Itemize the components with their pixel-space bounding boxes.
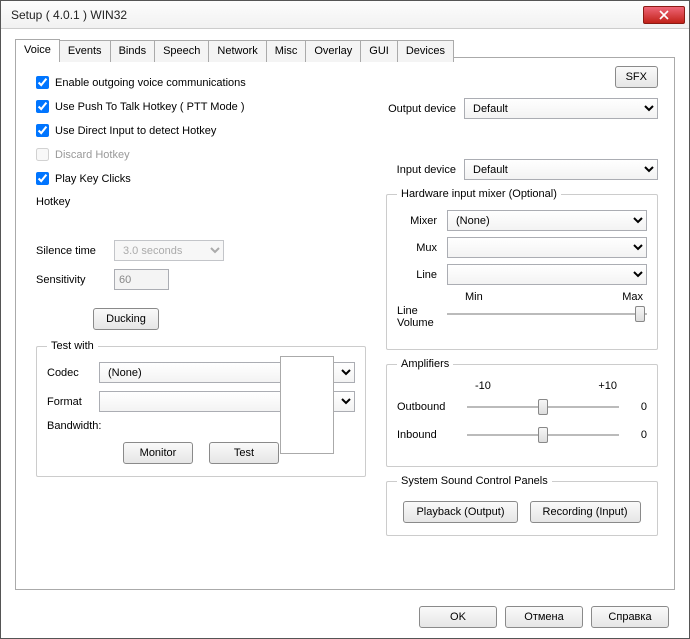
sensitivity-row: Sensitivity (36, 269, 366, 290)
input-device-row: Input device Default (386, 159, 658, 180)
silence-select: 3.0 seconds (114, 240, 224, 261)
tab-events[interactable]: Events (59, 40, 111, 62)
play-clicks-checkbox[interactable] (36, 172, 49, 185)
ptt-checkbox[interactable] (36, 100, 49, 113)
format-label: Format (47, 396, 99, 408)
play-clicks-row[interactable]: Play Key Clicks (36, 172, 366, 185)
window-title: Setup ( 4.0.1 ) WIN32 (11, 8, 643, 22)
hotkey-label: Hotkey (36, 196, 366, 208)
tab-speech[interactable]: Speech (154, 40, 209, 62)
inbound-value: 0 (619, 429, 647, 441)
codec-label: Codec (47, 367, 99, 379)
tab-overlay[interactable]: Overlay (305, 40, 361, 62)
mux-label: Mux (397, 242, 447, 254)
direct-input-label: Use Direct Input to detect Hotkey (55, 125, 216, 137)
close-button[interactable] (643, 6, 685, 24)
setup-dialog: Setup ( 4.0.1 ) WIN32 Voice Events Binds… (0, 0, 690, 639)
titlebar: Setup ( 4.0.1 ) WIN32 (1, 1, 689, 29)
discard-hotkey-label: Discard Hotkey (55, 149, 130, 161)
test-with-legend: Test with (47, 340, 98, 352)
sound-panels-legend: System Sound Control Panels (397, 475, 552, 487)
line-volume-label: Line Volume (397, 305, 447, 329)
hardware-mixer-fieldset: Hardware input mixer (Optional) Mixer (N… (386, 188, 658, 350)
hardware-mixer-legend: Hardware input mixer (Optional) (397, 188, 561, 200)
tab-panel: Enable outgoing voice communications Use… (15, 57, 675, 590)
output-device-label: Output device (386, 103, 464, 115)
output-device-select[interactable]: Default (464, 98, 658, 119)
tab-devices[interactable]: Devices (397, 40, 454, 62)
amplifiers-fieldset: Amplifiers -10 +10 Outbound 0 Inbound (386, 358, 658, 467)
inbound-slider[interactable] (467, 426, 619, 444)
direct-input-row[interactable]: Use Direct Input to detect Hotkey (36, 124, 366, 137)
dialog-footer: OK Отмена Справка (419, 606, 669, 628)
inbound-label: Inbound (397, 429, 467, 441)
tab-misc[interactable]: Misc (266, 40, 307, 62)
mixer-label: Mixer (397, 215, 447, 227)
max-label: Max (622, 291, 643, 303)
ducking-button[interactable]: Ducking (93, 308, 159, 330)
sfx-button[interactable]: SFX (615, 66, 658, 88)
tabstrip: Voice Events Binds Speech Network Misc O… (15, 39, 689, 61)
input-device-select[interactable]: Default (464, 159, 658, 180)
tab-gui[interactable]: GUI (360, 40, 398, 62)
right-column: SFX Output device Default Input device D… (386, 66, 658, 536)
discard-hotkey-checkbox (36, 148, 49, 161)
enable-outgoing-label: Enable outgoing voice communications (55, 77, 246, 89)
ptt-row[interactable]: Use Push To Talk Hotkey ( PTT Mode ) (36, 100, 366, 113)
amp-hi-label: +10 (598, 380, 617, 392)
amplifiers-legend: Amplifiers (397, 358, 453, 370)
output-device-row: Output device Default (386, 98, 658, 119)
enable-outgoing-checkbox[interactable] (36, 76, 49, 89)
ptt-label: Use Push To Talk Hotkey ( PTT Mode ) (55, 101, 245, 113)
outbound-slider[interactable] (467, 398, 619, 416)
silence-row: Silence time 3.0 seconds (36, 240, 366, 261)
tab-binds[interactable]: Binds (110, 40, 156, 62)
discard-hotkey-row: Discard Hotkey (36, 148, 366, 161)
line-select[interactable] (447, 264, 647, 285)
min-label: Min (465, 291, 483, 303)
sensitivity-label: Sensitivity (36, 274, 114, 286)
sensitivity-input (114, 269, 169, 290)
line-volume-slider[interactable] (447, 305, 647, 323)
test-button[interactable]: Test (209, 442, 279, 464)
tab-voice[interactable]: Voice (15, 39, 60, 61)
cancel-button[interactable]: Отмена (505, 606, 583, 628)
tab-network[interactable]: Network (208, 40, 266, 62)
line-label: Line (397, 269, 447, 281)
outbound-value: 0 (619, 401, 647, 413)
silence-label: Silence time (36, 245, 114, 257)
mixer-select[interactable]: (None) (447, 210, 647, 231)
monitor-button[interactable]: Monitor (123, 442, 193, 464)
amp-lo-label: -10 (475, 380, 491, 392)
sound-panels-fieldset: System Sound Control Panels Playback (Ou… (386, 475, 658, 536)
close-icon (659, 10, 669, 20)
direct-input-checkbox[interactable] (36, 124, 49, 137)
recording-button[interactable]: Recording (Input) (530, 501, 641, 523)
playback-button[interactable]: Playback (Output) (403, 501, 517, 523)
level-meter (280, 356, 334, 454)
help-button[interactable]: Справка (591, 606, 669, 628)
ok-button[interactable]: OK (419, 606, 497, 628)
enable-outgoing-row[interactable]: Enable outgoing voice communications (36, 76, 366, 89)
input-device-label: Input device (386, 164, 464, 176)
play-clicks-label: Play Key Clicks (55, 173, 131, 185)
outbound-label: Outbound (397, 401, 467, 413)
mux-select[interactable] (447, 237, 647, 258)
